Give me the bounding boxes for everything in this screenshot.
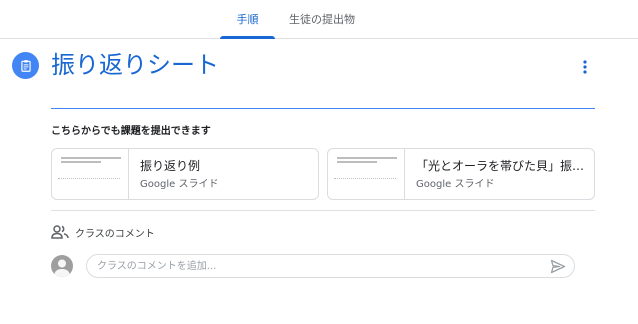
submission-heading: こちらからでも課題を提出できます xyxy=(51,126,211,137)
comment-box xyxy=(86,254,575,278)
assignment-icon xyxy=(12,52,39,79)
attachment-title: 「光とオーラを帯びた貝」振… xyxy=(416,159,585,173)
title-divider xyxy=(51,108,595,109)
tab-instructions[interactable]: 手順 xyxy=(220,0,275,39)
attachment-card[interactable]: 振り返り例 Google スライド xyxy=(51,148,319,200)
class-comments-label: クラスのコメント xyxy=(75,229,155,240)
attachment-thumbnail xyxy=(328,149,405,199)
avatar xyxy=(51,255,73,277)
more-vert-icon[interactable] xyxy=(576,58,594,76)
comments-divider xyxy=(51,210,595,211)
send-icon[interactable] xyxy=(550,259,566,274)
attachment-title: 振り返り例 xyxy=(140,159,201,173)
people-icon xyxy=(51,224,69,240)
attachment-type: Google スライド xyxy=(140,179,219,190)
attachment-type: Google スライド xyxy=(416,179,495,190)
attachment-card[interactable]: 「光とオーラを帯びた貝」振… Google スライド xyxy=(327,148,595,200)
attachment-thumbnail xyxy=(52,149,129,199)
class-comment-input[interactable] xyxy=(97,255,537,277)
tab-student-work[interactable]: 生徒の提出物 xyxy=(282,0,362,38)
page-title: 振り返りシート xyxy=(51,51,219,79)
tab-bar: 手順 生徒の提出物 xyxy=(0,0,638,39)
